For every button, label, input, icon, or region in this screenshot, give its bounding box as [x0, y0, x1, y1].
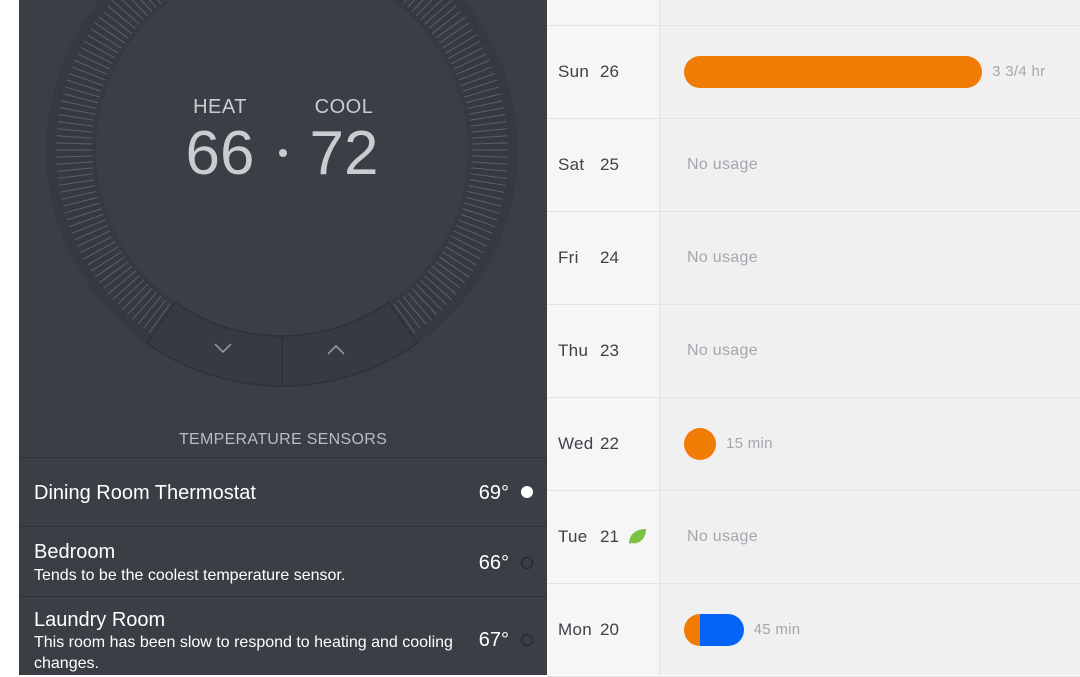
usage-duration: 45 min [753, 620, 801, 638]
usage-duration: 15 min [726, 434, 773, 452]
sensor-name: Dining Room Thermostat [34, 482, 256, 504]
day-date: 20 [600, 619, 619, 639]
sensor-temp: 67° [478, 629, 509, 651]
energy-history-panel: Sun 26 3 3/4 hr Sat 25 No usage Fri 24 No usage T… [547, 0, 1080, 677]
day-name: Sun [558, 61, 590, 81]
sensor-temp: 69° [478, 482, 509, 504]
heat-segment [684, 427, 716, 460]
cool-label: COOL [314, 96, 374, 118]
heat-segment [684, 55, 983, 88]
row-divider [547, 490, 1080, 491]
usage-bar[interactable] [684, 55, 983, 88]
day-name: Tue [558, 526, 588, 546]
no-usage-text: No usage [687, 155, 758, 173]
sensor-active-indicator[interactable] [521, 486, 533, 498]
row-divider [547, 118, 1080, 119]
day-name: Fri [558, 247, 579, 267]
cool-segment [700, 613, 744, 646]
no-usage-text: No usage [687, 248, 758, 266]
usage-bar[interactable] [684, 613, 744, 646]
day-date: 22 [600, 433, 619, 453]
day-date: 25 [600, 154, 619, 174]
usage-column [660, 0, 1080, 675]
leaf-icon [629, 528, 646, 544]
thermostat-panel: HEAT 66 COOL 72 TEMPERATURE SENSORS Dini… [19, 0, 547, 675]
no-usage-text: No usage [687, 527, 758, 545]
sensor-row-laundry-room[interactable]: Laundry Room This room has been slow to … [19, 596, 547, 675]
heat-label: HEAT [193, 96, 247, 118]
sensor-row-dining-room[interactable]: Dining Room Thermostat 69° [19, 457, 547, 527]
no-usage-text: No usage [687, 341, 758, 359]
day-column [547, 0, 660, 675]
row-divider [547, 25, 1080, 26]
sensor-active-indicator[interactable] [521, 557, 533, 569]
cool-setpoint[interactable]: 72 [299, 118, 389, 190]
day-name: Thu [558, 340, 589, 360]
sensor-temp: 66° [478, 552, 509, 574]
day-date: 21 [600, 526, 619, 546]
setpoint-separator [279, 149, 287, 157]
usage-bar[interactable] [684, 427, 716, 460]
day-name: Mon [558, 619, 592, 639]
sensor-description: Tends to be the coolest temperature sens… [34, 567, 346, 584]
sensors-heading: TEMPERATURE SENSORS [178, 431, 388, 448]
day-date: 23 [600, 340, 619, 360]
day-date: 26 [600, 61, 619, 81]
row-divider [547, 397, 1080, 398]
day-name: Wed [558, 433, 594, 453]
sensor-name: Laundry Room [34, 609, 166, 631]
thermostat-dial [46, 0, 518, 387]
sensor-row-bedroom[interactable]: Bedroom Tends to be the coolest temperat… [19, 526, 547, 597]
row-divider [547, 304, 1080, 305]
row-divider [547, 211, 1080, 212]
heat-setpoint[interactable]: 66 [175, 118, 265, 190]
sensor-name: Bedroom [34, 541, 116, 563]
day-name: Sat [558, 154, 585, 174]
sensor-active-indicator[interactable] [521, 634, 533, 646]
day-date: 24 [600, 247, 619, 267]
usage-duration: 3 3/4 hr [992, 62, 1046, 80]
sensor-description: This room has been slow to respond to he… [34, 634, 453, 672]
row-divider [547, 583, 1080, 584]
